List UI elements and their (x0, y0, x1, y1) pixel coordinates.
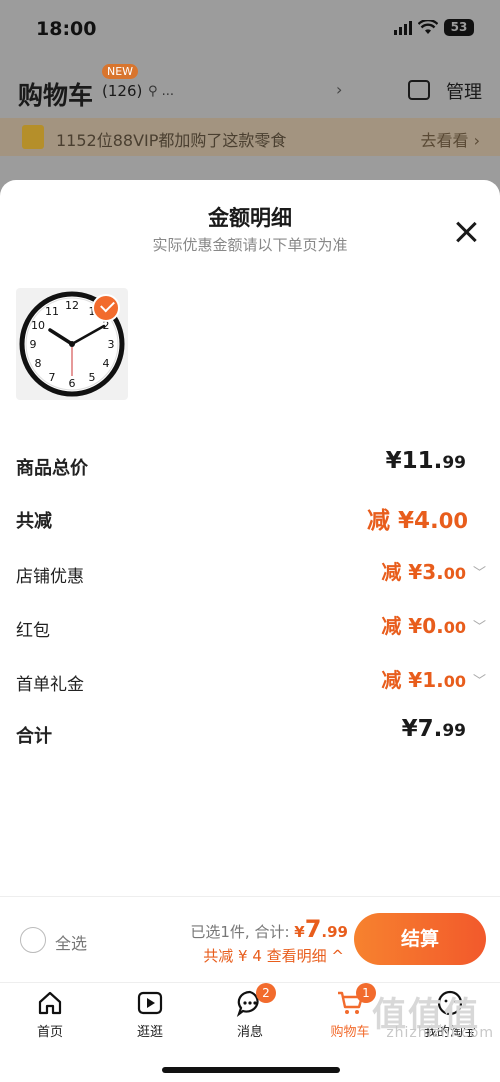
selected-summary: 已选1件, 合计: ¥7.99 (190, 915, 348, 943)
select-all-label[interactable]: 全选 (55, 930, 87, 954)
watermark-text: zhizhizhi.com (386, 1025, 494, 1041)
background-page: 18:00 53 购物车 NEW (126) ⚲ ... › 管理 1152位8… (0, 0, 500, 200)
row-label: 商品总价 (16, 458, 88, 479)
selected-check-icon[interactable] (92, 294, 120, 322)
row-label: 合计 (16, 726, 52, 747)
svg-text:8: 8 (35, 357, 42, 370)
row-label: 店铺优惠 (16, 567, 84, 587)
row-red-packet[interactable]: 红包 减 ¥0.00 ﹀ (16, 610, 486, 650)
message-icon: 2 (236, 983, 276, 1017)
svg-text:4: 4 (103, 357, 110, 370)
manage-icon[interactable] (408, 80, 430, 100)
row-value: ¥7.99 (401, 716, 466, 742)
tab-label: 逛逛 (136, 1025, 163, 1040)
row-item-total: 商品总价 ¥11.99 (16, 448, 486, 488)
svg-text:9: 9 (30, 338, 37, 351)
close-icon[interactable] (452, 218, 480, 246)
tab-home[interactable]: 首页 (0, 989, 100, 1040)
svg-text:5: 5 (89, 371, 96, 384)
row-label: 共减 (16, 511, 52, 532)
chevron-right-icon: › (336, 80, 343, 99)
sheet-title: 金额明细 (208, 206, 292, 230)
home-indicator (162, 1067, 340, 1073)
cart-title: 购物车 (18, 81, 94, 110)
svg-text:7: 7 (49, 371, 56, 384)
home-icon (36, 989, 64, 1017)
row-total-discount: 共减 减 ¥4.00 (16, 501, 486, 541)
status-icons: 53 (394, 19, 474, 36)
message-badge: 2 (256, 983, 276, 1003)
svg-text:6: 6 (69, 377, 76, 390)
cart-header: 购物车 NEW (126) ⚲ ... › 管理 (18, 64, 482, 114)
row-grand-total: 合计 ¥7.99 (16, 716, 486, 756)
status-time: 18:00 (36, 18, 97, 40)
checkout-bar: 全选 已选1件, 合计: ¥7.99 共减 ¥ 4 查看明细 ^ 结算 (0, 896, 500, 982)
checkout-button[interactable]: 结算 (354, 913, 486, 965)
row-value: 减 ¥3.00 (381, 560, 466, 584)
row-value: 减 ¥4.00 (367, 508, 468, 534)
tab-bar: 首页 逛逛 2 消息 1 购物车 我的淘宝 值值值 zhizhizhi.com (0, 982, 500, 1082)
promo-text: 1152位88VIP都加购了这款零食 (56, 131, 287, 150)
wifi-icon (418, 20, 438, 34)
manage-button[interactable]: 管理 (446, 78, 482, 104)
sheet-subtitle: 实际优惠金额请以下单页为准 (152, 236, 348, 254)
chevron-down-icon[interactable]: ﹀ (473, 616, 486, 635)
location-text: ... (161, 84, 175, 99)
boot-icon (22, 125, 44, 149)
promo-link[interactable]: 去看看 › (421, 127, 481, 151)
chevron-down-icon[interactable]: ﹀ (473, 670, 486, 689)
promo-banner[interactable]: 1152位88VIP都加购了这款零食 去看看 › (0, 118, 500, 156)
svg-text:10: 10 (31, 319, 45, 332)
chevron-down-icon[interactable]: ﹀ (473, 562, 486, 581)
status-bar: 18:00 53 (0, 0, 500, 58)
battery-icon: 53 (444, 19, 474, 36)
tab-label: 首页 (36, 1025, 63, 1040)
view-detail-link[interactable]: 共减 ¥ 4 查看明细 ^ (203, 945, 344, 966)
svg-text:3: 3 (108, 338, 115, 351)
row-value: 减 ¥1.00 (381, 668, 466, 692)
new-badge: NEW (102, 64, 139, 79)
cart-count: (126) (102, 82, 143, 100)
tab-messages[interactable]: 2 消息 (200, 983, 300, 1040)
select-all-radio[interactable] (20, 927, 46, 953)
row-label: 首单礼金 (16, 675, 84, 695)
play-icon (136, 989, 164, 1017)
selected-count-text: 已选1件, 合计: (190, 923, 290, 941)
row-store-discount[interactable]: 店铺优惠 减 ¥3.00 ﹀ (16, 556, 486, 596)
row-label: 红包 (16, 621, 50, 641)
signal-icon (394, 20, 412, 35)
location-pin-icon: ⚲ (148, 84, 158, 99)
row-first-order-gift[interactable]: 首单礼金 减 ¥1.00 ﹀ (16, 664, 486, 704)
svg-text:12: 12 (65, 299, 79, 312)
tab-explore[interactable]: 逛逛 (100, 989, 200, 1040)
svg-text:11: 11 (45, 305, 59, 318)
tab-label: 消息 (236, 1025, 263, 1040)
cart-icon: 1 (336, 983, 376, 1017)
total-price: ¥7.99 (294, 915, 348, 943)
row-value: 减 ¥0.00 (381, 614, 466, 638)
row-value: ¥11.99 (385, 448, 466, 474)
location-selector[interactable]: ⚲ ... (148, 84, 174, 99)
